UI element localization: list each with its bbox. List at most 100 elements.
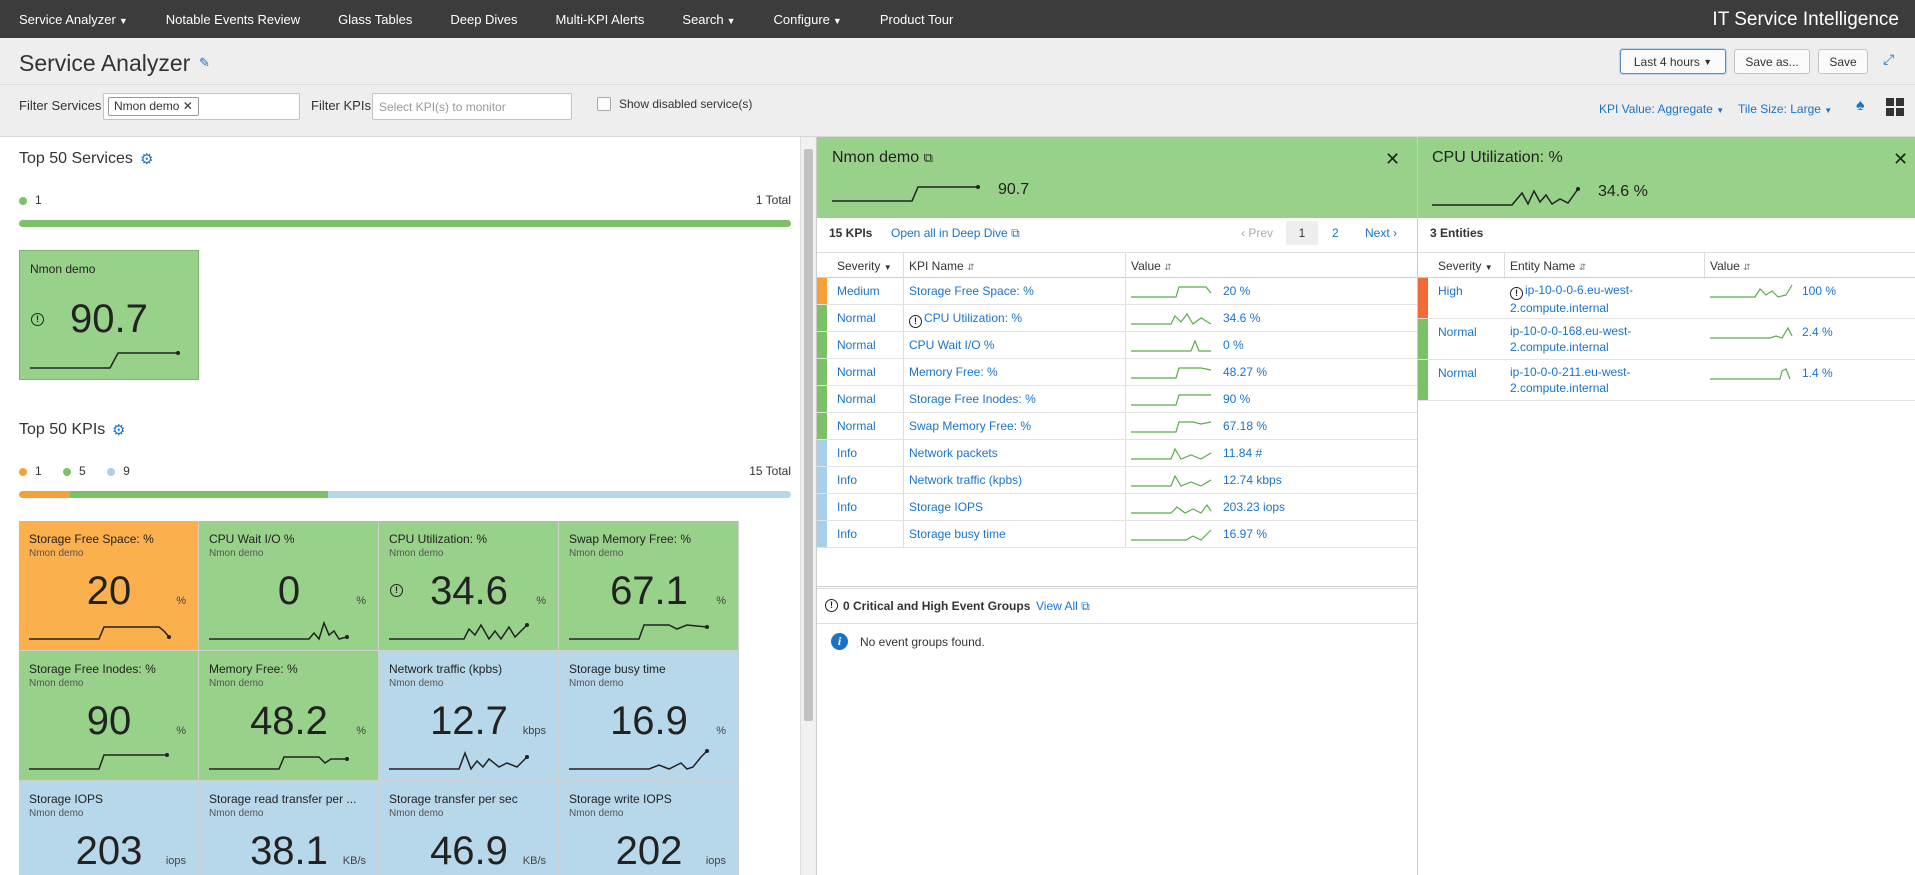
nav-search[interactable]: Search ▼ bbox=[663, 12, 754, 27]
value-cell[interactable]: 34.6 % bbox=[1223, 311, 1260, 325]
value-cell[interactable]: 90 % bbox=[1223, 392, 1250, 406]
nav-glass-tables[interactable]: Glass Tables bbox=[319, 12, 431, 27]
view-all-link[interactable]: View All ⧉ bbox=[1036, 599, 1090, 614]
close-icon[interactable]: ✕ bbox=[183, 99, 193, 113]
kpi-tile[interactable]: Storage Free Inodes: % Nmon demo 90% bbox=[19, 651, 199, 781]
nav-configure[interactable]: Configure ▼ bbox=[755, 12, 861, 27]
table-row[interactable]: High ! ip-10-0-0-6.eu-west- 2.compute.inter… bbox=[1418, 278, 1915, 319]
table-row[interactable]: Info Network traffic (kpbs) 12.74 kbps bbox=[817, 467, 1417, 494]
kpi-tile[interactable]: Storage write IOPS Nmon demo 202 iops bbox=[559, 781, 739, 875]
kpi-tile[interactable]: Storage read transfer per ... Nmon demo 38… bbox=[199, 781, 379, 875]
time-range-picker[interactable]: Last 4 hours ▼ bbox=[1620, 49, 1726, 74]
tile-view-icon[interactable] bbox=[1886, 98, 1904, 116]
severity-cell[interactable]: High bbox=[1438, 284, 1463, 298]
tree-view-icon[interactable]: ♠ bbox=[1856, 97, 1865, 115]
entity-name-column-header[interactable]: Entity Name ⇵ bbox=[1510, 259, 1586, 273]
table-row[interactable]: Normal ip-10-0-0-168.eu-west- 2.compute.in… bbox=[1418, 319, 1915, 360]
close-icon[interactable]: ✕ bbox=[1385, 149, 1400, 170]
kpi-tile[interactable]: Storage Free Space: % Nmon demo 20% bbox=[19, 521, 199, 651]
kpi-name-cell[interactable]: Swap Memory Free: % bbox=[909, 419, 1031, 433]
kpi-tile[interactable]: Storage IOPS Nmon demo 203 iops bbox=[19, 781, 199, 875]
page-2-button[interactable]: 2 bbox=[1332, 226, 1339, 240]
table-row[interactable]: Info Storage IOPS 203.23 iops bbox=[817, 494, 1417, 521]
nav-deep-dives[interactable]: Deep Dives bbox=[431, 12, 536, 27]
value-cell[interactable]: 67.18 % bbox=[1223, 419, 1267, 433]
kpi-name-cell[interactable]: Network traffic (kpbs) bbox=[909, 473, 1022, 487]
kpi-tile[interactable]: Network traffic (kpbs) Nmon demo 12.7 kbps bbox=[379, 651, 559, 781]
severity-cell[interactable]: Normal bbox=[837, 365, 876, 379]
kpi-tile[interactable]: Storage busy time Nmon demo 16.9% bbox=[559, 651, 739, 781]
table-row[interactable]: Info Network packets 11.84 # bbox=[817, 440, 1417, 467]
kpi-tile[interactable]: CPU Wait I/O % Nmon demo 0% bbox=[199, 521, 379, 651]
value-cell[interactable]: 12.74 kbps bbox=[1223, 473, 1282, 487]
table-row[interactable]: Normal ip-10-0-0-211.eu-west- 2.compute.in… bbox=[1418, 360, 1915, 401]
severity-cell[interactable]: Normal bbox=[837, 392, 876, 406]
kpi-tile[interactable]: Memory Free: % Nmon demo 48.2% bbox=[199, 651, 379, 781]
next-page-button[interactable]: Next › bbox=[1365, 226, 1397, 240]
value-cell[interactable]: 1.4 % bbox=[1802, 366, 1833, 380]
kpi-tile[interactable]: Swap Memory Free: % Nmon demo 67.1% bbox=[559, 521, 739, 651]
kpi-name-cell[interactable]: Storage Free Inodes: % bbox=[909, 392, 1036, 406]
nav-product-tour[interactable]: Product Tour bbox=[861, 12, 972, 27]
kpi-name-cell[interactable]: Storage busy time bbox=[909, 527, 1006, 541]
scrollbar-thumb[interactable] bbox=[804, 149, 813, 721]
value-cell[interactable]: 0 % bbox=[1223, 338, 1244, 352]
value-column-header[interactable]: Value ⇵ bbox=[1710, 259, 1751, 273]
kpi-value-dropdown[interactable]: KPI Value: Aggregate ▼ bbox=[1599, 102, 1724, 116]
left-scrollbar[interactable] bbox=[800, 137, 815, 875]
value-cell[interactable]: 203.23 iops bbox=[1223, 500, 1285, 514]
table-row[interactable]: Normal Memory Free: % 48.27 % bbox=[817, 359, 1417, 386]
severity-cell[interactable]: Normal bbox=[1438, 366, 1477, 380]
table-row[interactable]: Normal ! CPU Utilization: % 34.6 % bbox=[817, 305, 1417, 332]
severity-cell[interactable]: Medium bbox=[837, 284, 880, 298]
service-panel-title[interactable]: Nmon demo ⧉ bbox=[832, 149, 933, 167]
kpi-name-cell[interactable]: ! CPU Utilization: % bbox=[909, 311, 1022, 328]
open-all-deep-dive-link[interactable]: Open all in Deep Dive ⧉ bbox=[891, 226, 1020, 241]
value-cell[interactable]: 2.4 % bbox=[1802, 325, 1833, 339]
kpi-name-cell[interactable]: Storage Free Space: % bbox=[909, 284, 1034, 298]
entity-name-cell[interactable]: ! ip-10-0-0-6.eu-west- 2.compute.internal bbox=[1510, 282, 1633, 316]
page-1-button[interactable]: 1 bbox=[1286, 221, 1318, 245]
severity-cell[interactable]: Normal bbox=[837, 338, 876, 352]
kpi-name-cell[interactable]: Memory Free: % bbox=[909, 365, 998, 379]
table-row[interactable]: Info Storage busy time 16.97 % bbox=[817, 521, 1417, 548]
kpi-name-cell[interactable]: Network packets bbox=[909, 446, 998, 460]
value-cell[interactable]: 11.84 # bbox=[1223, 446, 1262, 460]
save-as-button[interactable]: Save as... bbox=[1734, 49, 1810, 74]
value-cell[interactable]: 16.97 % bbox=[1223, 527, 1267, 541]
entity-name-cell[interactable]: ip-10-0-0-211.eu-west- 2.compute.internal bbox=[1510, 364, 1631, 396]
prev-page-button[interactable]: ‹ Prev bbox=[1241, 226, 1273, 240]
value-column-header[interactable]: Value ⇵ bbox=[1131, 259, 1172, 273]
severity-cell[interactable]: Info bbox=[837, 500, 857, 514]
value-cell[interactable]: 48.27 % bbox=[1223, 365, 1267, 379]
severity-cell[interactable]: Normal bbox=[837, 311, 876, 325]
nav-notable-events[interactable]: Notable Events Review bbox=[147, 12, 319, 27]
pencil-icon[interactable]: ✎ bbox=[199, 55, 210, 71]
kpi-tile[interactable]: CPU Utilization: % Nmon demo! 34.6% bbox=[379, 521, 559, 651]
entity-name-cell[interactable]: ip-10-0-0-168.eu-west- 2.compute.internal bbox=[1510, 323, 1631, 355]
filter-services-input[interactable]: Nmon demo ✕ bbox=[103, 93, 300, 120]
show-disabled-checkbox[interactable] bbox=[597, 97, 611, 111]
external-link-icon[interactable]: ⧉ bbox=[924, 150, 933, 165]
service-tile[interactable]: Nmon demo ! 90.7 bbox=[19, 250, 199, 380]
save-button[interactable]: Save bbox=[1818, 49, 1868, 74]
filter-kpis-input[interactable]: Select KPI(s) to monitor bbox=[372, 93, 572, 120]
severity-cell[interactable]: Info bbox=[837, 527, 857, 541]
kpi-name-column-header[interactable]: KPI Name ⇵ bbox=[909, 259, 975, 273]
severity-column-header[interactable]: Severity ▼ bbox=[1438, 259, 1493, 273]
value-cell[interactable]: 20 % bbox=[1223, 284, 1250, 298]
expand-icon[interactable]: ⤢ bbox=[1883, 51, 1894, 68]
kpi-name-cell[interactable]: CPU Wait I/O % bbox=[909, 338, 995, 352]
severity-cell[interactable]: Normal bbox=[837, 419, 876, 433]
tile-size-dropdown[interactable]: Tile Size: Large ▼ bbox=[1738, 102, 1832, 116]
nav-multi-kpi-alerts[interactable]: Multi-KPI Alerts bbox=[537, 12, 664, 27]
kpi-name-cell[interactable]: Storage IOPS bbox=[909, 500, 983, 514]
table-row[interactable]: Normal Swap Memory Free: % 67.18 % bbox=[817, 413, 1417, 440]
gear-icon[interactable]: ⚙ bbox=[140, 150, 153, 168]
value-cell[interactable]: 100 % bbox=[1802, 284, 1836, 298]
table-row[interactable]: Normal CPU Wait I/O % 0 % bbox=[817, 332, 1417, 359]
gear-icon[interactable]: ⚙ bbox=[112, 421, 125, 439]
severity-cell[interactable]: Normal bbox=[1438, 325, 1477, 339]
severity-cell[interactable]: Info bbox=[837, 473, 857, 487]
close-icon[interactable]: ✕ bbox=[1893, 149, 1908, 170]
